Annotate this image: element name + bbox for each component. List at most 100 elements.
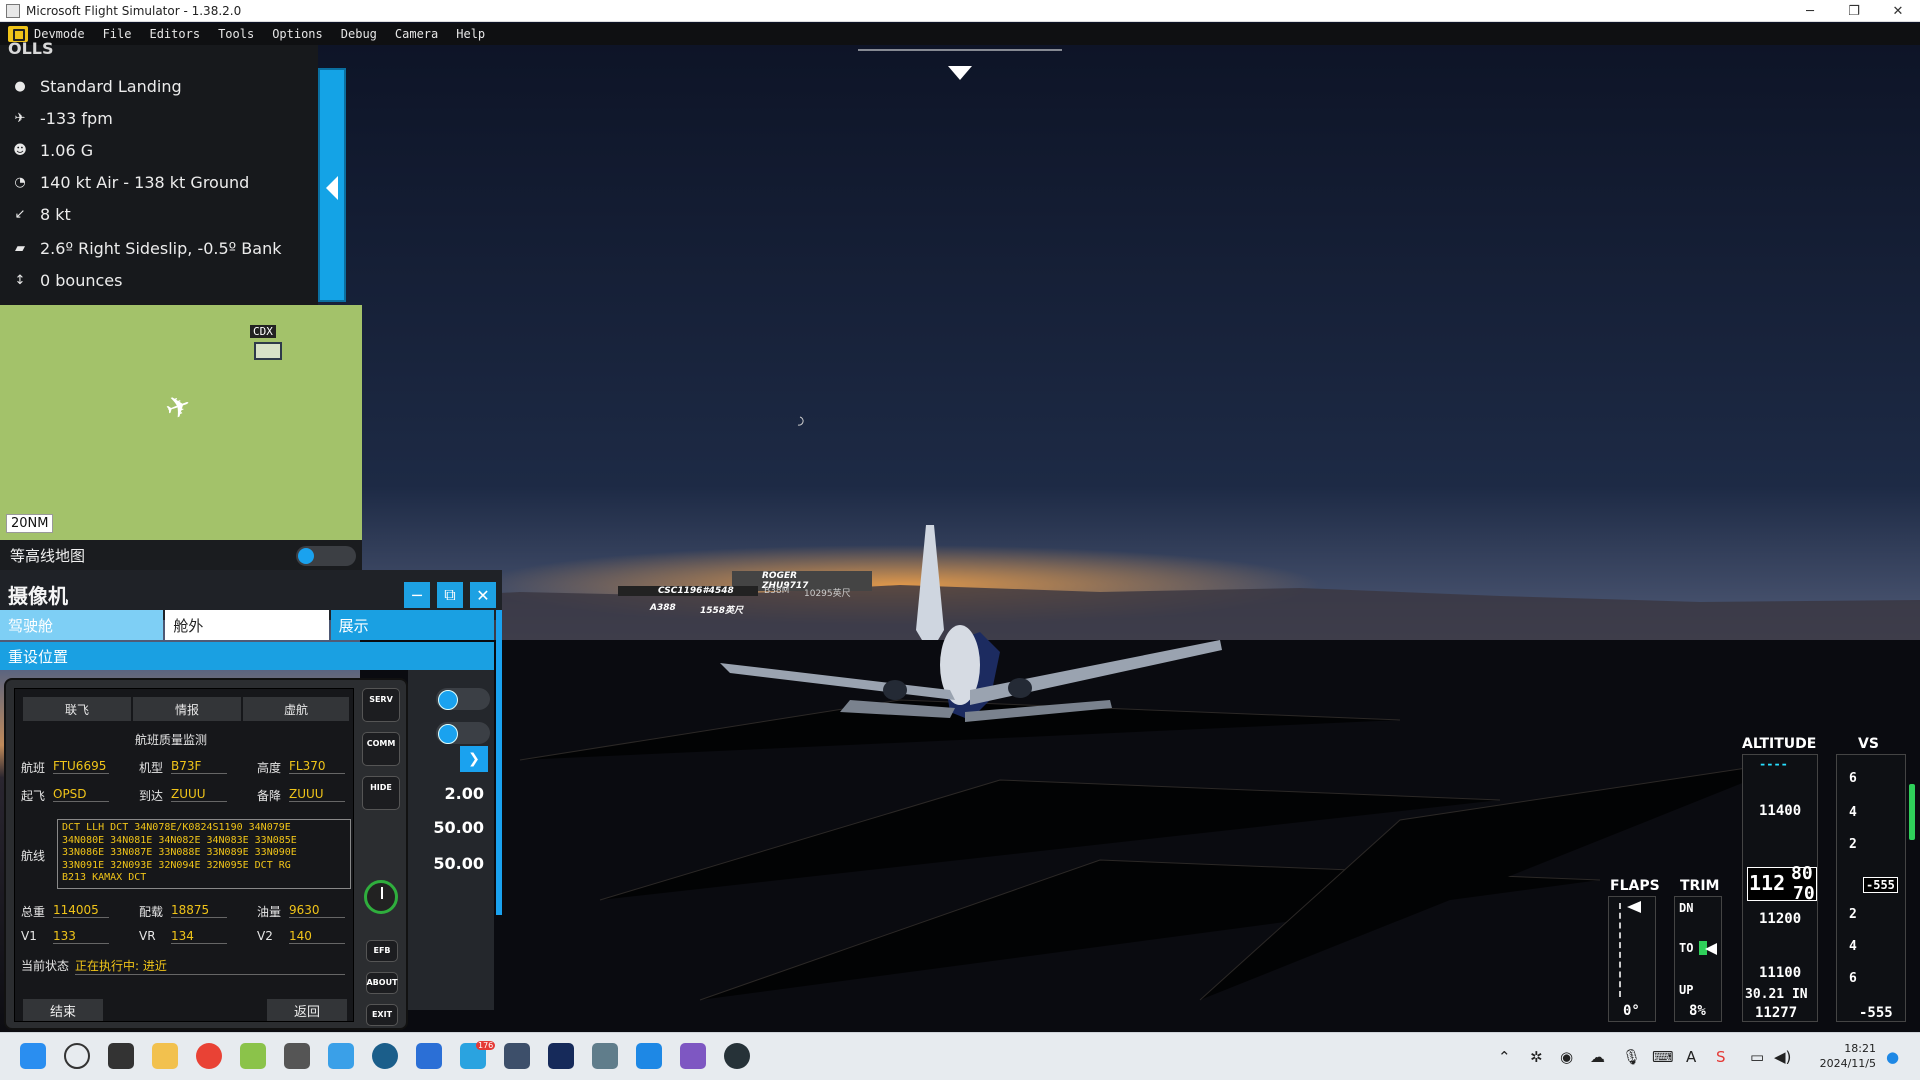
back-button[interactable]: 返回 <box>267 999 347 1021</box>
altitude-tick: 11100 <box>1759 965 1802 981</box>
altitude-label: 高度 <box>257 761 282 775</box>
airport-label[interactable]: CDX <box>250 325 276 338</box>
tab-external[interactable]: 舱外 <box>165 610 329 640</box>
start-icon[interactable] <box>20 1043 46 1069</box>
airport-icon[interactable] <box>254 342 282 360</box>
exit-button[interactable]: EXIT <box>366 1004 398 1026</box>
vfr-map[interactable]: CDX ✈ 20NM <box>0 305 362 540</box>
app-icon[interactable] <box>592 1043 618 1069</box>
vr-value[interactable]: 134 <box>171 929 227 944</box>
tab-showcase[interactable]: 展示 <box>330 610 494 640</box>
trim-label: TRIM <box>1680 878 1720 894</box>
tray-icon[interactable]: ✲ <box>1530 1048 1543 1066</box>
tray-icon[interactable]: S <box>1716 1048 1726 1066</box>
vr-label: VR <box>139 929 156 943</box>
landing-row: ☻ 1.06 G <box>12 141 93 160</box>
chevron-right-icon[interactable]: ❯ <box>460 746 488 772</box>
app-icon[interactable] <box>372 1043 398 1069</box>
v2-value[interactable]: 140 <box>289 929 345 944</box>
camera-toggle[interactable] <box>436 722 490 744</box>
panel-popout-button[interactable]: ⧉ <box>437 582 463 608</box>
file-explorer-icon[interactable] <box>152 1043 178 1069</box>
volume-icon[interactable]: ◀) <box>1774 1048 1791 1066</box>
route-text[interactable]: DCT LLH DCT 34N078E/K0824S1190 34N079E 3… <box>57 819 351 889</box>
app-icon[interactable] <box>636 1043 662 1069</box>
departure-value[interactable]: OPSD <box>53 787 109 802</box>
search-icon[interactable] <box>64 1043 90 1069</box>
camera-value[interactable]: 50.00 <box>433 818 484 837</box>
microphone-icon[interactable]: 🎙 <box>1622 1048 1641 1066</box>
hide-button[interactable]: HIDE <box>362 776 400 810</box>
traffic-type: B38M <box>764 586 790 596</box>
serv-button[interactable]: SERV <box>362 688 400 722</box>
panel-close-button[interactable]: ✕ <box>470 582 496 608</box>
collapse-panel-tab[interactable] <box>318 68 346 302</box>
task-view-icon[interactable] <box>108 1043 134 1069</box>
app-icon[interactable] <box>284 1043 310 1069</box>
notification-bell-icon[interactable]: ● <box>1886 1048 1899 1066</box>
menu-camera[interactable]: Camera <box>395 27 438 41</box>
camera-value[interactable]: 2.00 <box>445 784 484 803</box>
ime-icon[interactable]: A <box>1686 1048 1696 1066</box>
menu-options[interactable]: Options <box>272 27 323 41</box>
menu-file[interactable]: File <box>103 27 132 41</box>
payload-value[interactable]: 18875 <box>171 903 227 918</box>
flaps-pointer <box>1627 901 1641 913</box>
menu-tools[interactable]: Tools <box>218 27 254 41</box>
altitude-tick: 11400 <box>1759 803 1802 819</box>
efb-tab-online[interactable]: 联飞 <box>23 697 131 721</box>
chevron-up-icon[interactable]: ⌃ <box>1498 1048 1511 1066</box>
comm-button[interactable]: COMM <box>362 732 400 766</box>
app-icon[interactable] <box>724 1043 750 1069</box>
about-button[interactable]: ABOUT <box>366 972 398 994</box>
landing-g: 1.06 G <box>40 141 94 160</box>
close-button[interactable]: ✕ <box>1876 0 1920 22</box>
type-value[interactable]: B73F <box>171 759 227 774</box>
app-icon[interactable] <box>504 1043 530 1069</box>
menu-help[interactable]: Help <box>456 27 485 41</box>
chrome-icon[interactable] <box>196 1043 222 1069</box>
system-clock[interactable]: 18:21 2024/11/5 <box>1820 1041 1876 1071</box>
flight-value[interactable]: FTU6695 <box>53 759 109 774</box>
baro-setting[interactable]: 30.21 IN <box>1745 987 1808 1002</box>
contour-map-toggle[interactable] <box>296 546 356 566</box>
fuel-value[interactable]: 9630 <box>289 903 345 918</box>
flaps-gauge: 0° <box>1608 896 1656 1022</box>
tab-cockpit[interactable]: 驾驶舱 <box>0 610 164 640</box>
arrival-value[interactable]: ZUUU <box>171 787 227 802</box>
altitude-value[interactable]: FL370 <box>289 759 345 774</box>
flight-simulator-icon[interactable] <box>548 1043 574 1069</box>
app-icon[interactable] <box>240 1043 266 1069</box>
efb-brightness-knob[interactable] <box>364 880 398 914</box>
menu-debug[interactable]: Debug <box>341 27 377 41</box>
efb-tab-info[interactable]: 情报 <box>133 697 241 721</box>
alternate-value[interactable]: ZUUU <box>289 787 345 802</box>
alternate-label: 备降 <box>257 789 282 803</box>
network-icon[interactable]: ▭ <box>1750 1048 1764 1066</box>
app-icon[interactable] <box>680 1043 706 1069</box>
menu-editors[interactable]: Editors <box>149 27 200 41</box>
efb-tab-va[interactable]: 虚航 <box>243 697 349 721</box>
camera-toggle[interactable] <box>436 688 490 710</box>
map-scale[interactable]: 20NM <box>6 514 54 533</box>
camera-tabs: 驾驶舱 舱外 展示 <box>0 610 494 640</box>
maximize-button[interactable]: ❐ <box>1832 0 1876 22</box>
camera-panel-scrollbar[interactable] <box>496 610 502 915</box>
app-icon[interactable] <box>328 1043 354 1069</box>
vs-indicator-bar <box>1909 784 1915 840</box>
keyboard-icon[interactable]: ⌨ <box>1652 1048 1674 1066</box>
v1-value[interactable]: 133 <box>53 929 109 944</box>
panel-minimize-button[interactable]: ─ <box>404 582 430 608</box>
trim-gauge: DN TO UP 8% <box>1674 896 1722 1022</box>
onedrive-icon[interactable]: ☁ <box>1590 1048 1605 1066</box>
camera-value[interactable]: 50.00 <box>433 854 484 873</box>
landing-sideslip: 2.6º Right Sideslip, -0.5º Bank <box>40 239 282 258</box>
tray-icon[interactable]: ◉ <box>1560 1048 1573 1066</box>
gross-weight-value[interactable]: 114005 <box>53 903 109 918</box>
reset-position-button[interactable]: 重设位置 <box>0 642 494 670</box>
traffic-label: CSC1196#4548 <box>618 586 758 596</box>
app-icon[interactable] <box>416 1043 442 1069</box>
end-button[interactable]: 结束 <box>23 999 103 1021</box>
efb-button[interactable]: EFB <box>366 940 398 962</box>
minimize-button[interactable]: ─ <box>1788 0 1832 22</box>
